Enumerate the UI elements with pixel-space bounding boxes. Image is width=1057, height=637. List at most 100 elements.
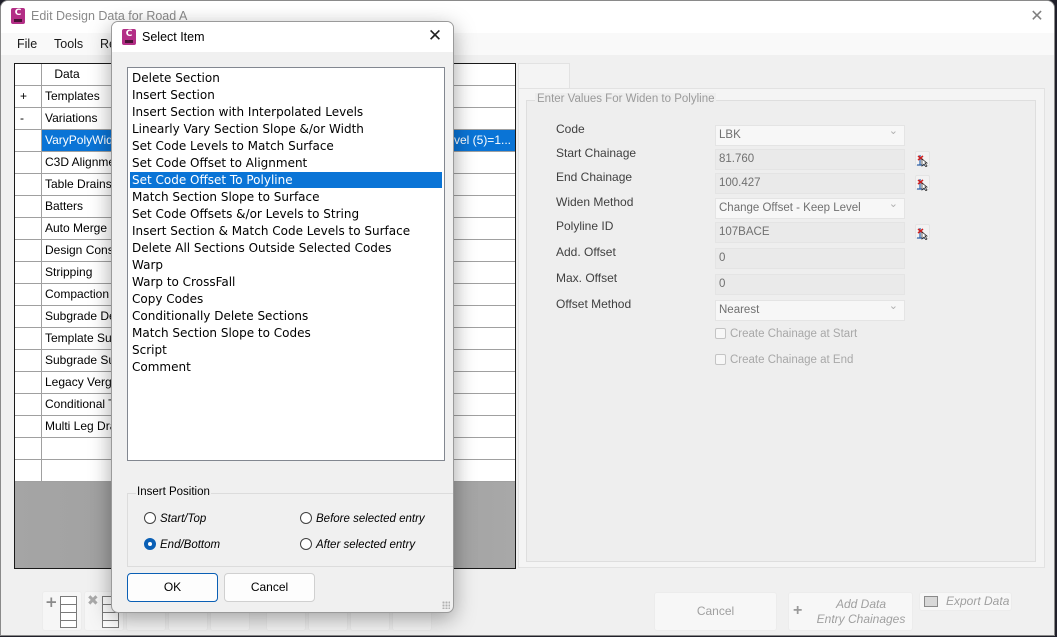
add-offset-input[interactable]: 0 <box>715 248 905 269</box>
widen-method-dropdown[interactable]: Change Offset - Keep Level <box>715 195 905 219</box>
list-item[interactable]: Conditionally Delete Sections <box>130 308 442 324</box>
radio-checked-icon <box>144 538 156 550</box>
list-item[interactable]: Insert Section & Match Code Levels to Su… <box>130 223 442 239</box>
expand-toggle[interactable] <box>15 460 42 481</box>
expand-toggle[interactable] <box>15 174 42 195</box>
insert-position-group: Insert Position Start/Top End/Bottom Bef… <box>127 486 453 567</box>
pick-from-drawing-button[interactable] <box>915 224 930 241</box>
values-panel: Enter Values For Widen to Polyline Code L… <box>518 88 1045 568</box>
radio-after-selected[interactable]: After selected entry <box>300 538 415 551</box>
widen-to-polyline-group: Enter Values For Widen to Polyline Code L… <box>526 93 1036 562</box>
expand-toggle[interactable] <box>15 306 42 327</box>
ok-button[interactable]: OK <box>127 573 218 602</box>
add-row-button[interactable]: + <box>42 591 82 631</box>
list-item[interactable]: Insert Section with Interpolated Levels <box>130 104 442 120</box>
list-item[interactable]: Linearly Vary Section Slope &/or Width <box>130 121 442 137</box>
list-item[interactable]: Set Code Offset To Polyline <box>130 172 442 188</box>
group-title: Enter Values For Widen to Polyline <box>535 93 717 105</box>
list-item[interactable]: Comment <box>130 359 442 375</box>
radio-start-top[interactable]: Start/Top <box>144 512 206 525</box>
expand-toggle[interactable] <box>15 372 42 393</box>
list-item[interactable]: Insert Section <box>130 87 442 103</box>
expand-toggle[interactable] <box>15 130 42 151</box>
field-label: Start Chainage <box>556 146 637 160</box>
app-icon: C <box>11 8 25 24</box>
list-item[interactable]: Set Code Levels to Match Surface <box>130 138 442 154</box>
list-item[interactable]: Match Section Slope to Codes <box>130 325 442 341</box>
create-chainage-start-checkbox[interactable]: Create Chainage at Start <box>715 328 857 340</box>
polyline-id-input[interactable]: 107BACE <box>715 222 905 243</box>
expand-toggle[interactable] <box>15 240 42 261</box>
item-listbox[interactable]: Delete Section Insert Section Insert Secti… <box>127 67 445 461</box>
radio-end-bottom[interactable]: End/Bottom <box>144 538 220 551</box>
dialog-close-button[interactable]: ✕ <box>425 26 445 46</box>
end-chainage-input[interactable]: 100.427 <box>715 173 905 194</box>
select-item-dialog: C Select Item ✕ Delete Section Insert Sec… <box>111 21 454 613</box>
list-item[interactable]: Set Code Offsets &/or Levels to String <box>130 206 442 222</box>
radio-start-top-label: Start/Top <box>160 513 207 525</box>
panel-tab[interactable] <box>518 63 570 89</box>
delete-icon: ✖ <box>87 593 99 609</box>
pick-from-drawing-button[interactable] <box>915 151 930 168</box>
offset-method-dropdown[interactable]: Nearest <box>715 297 905 321</box>
row-detail-cell: vel (5)=1... <box>453 133 511 147</box>
list-item[interactable]: Delete Section <box>130 70 442 86</box>
expand-toggle[interactable] <box>15 416 42 437</box>
expand-toggle[interactable] <box>15 284 42 305</box>
max-offset-input[interactable]: 0 <box>715 274 905 295</box>
pick-cursor-icon <box>917 228 928 241</box>
expand-toggle[interactable] <box>15 218 42 239</box>
expand-toggle[interactable]: + <box>15 86 42 107</box>
list-item[interactable]: Script <box>130 342 442 358</box>
radio-before-selected[interactable]: Before selected entry <box>300 512 425 525</box>
dialog-title: Select Item <box>142 30 205 44</box>
field-label: End Chainage <box>556 170 633 184</box>
radio-icon <box>300 538 312 550</box>
expand-toggle[interactable] <box>15 394 42 415</box>
expand-toggle[interactable] <box>15 262 42 283</box>
list-item[interactable]: Delete All Sections Outside Selected Cod… <box>130 240 442 256</box>
expand-toggle[interactable]: - <box>15 108 42 129</box>
insert-position-label: Insert Position <box>136 486 211 498</box>
radio-before-selected-label: Before selected entry <box>316 513 425 525</box>
expand-toggle[interactable] <box>15 196 42 217</box>
pick-from-drawing-button[interactable] <box>915 175 930 192</box>
checkbox-label: Create Chainage at End <box>730 354 854 366</box>
list-item[interactable]: Copy Codes <box>130 291 442 307</box>
menu-file[interactable]: File <box>17 37 37 51</box>
dialog-app-icon: C <box>122 29 136 45</box>
cancel-button[interactable]: Cancel <box>224 573 315 602</box>
list-item[interactable]: Warp to CrossFall <box>130 274 442 290</box>
add-data-entry-chainages-button[interactable]: + Add Data Entry Chainages <box>788 592 913 631</box>
table-icon <box>60 596 77 628</box>
radio-icon <box>144 512 156 524</box>
resize-grip[interactable] <box>442 601 450 609</box>
checkbox-icon <box>715 328 726 339</box>
pick-cursor-icon <box>917 155 928 168</box>
grid-header-expand <box>15 64 42 85</box>
radio-after-selected-label: After selected entry <box>316 539 416 551</box>
list-item[interactable]: Warp <box>130 257 442 273</box>
pick-cursor-icon <box>917 179 928 192</box>
list-item[interactable]: Match Section Slope to Surface <box>130 189 442 205</box>
expand-toggle[interactable] <box>15 328 42 349</box>
add-data-label-line1: Add Data <box>835 597 887 611</box>
expand-toggle[interactable] <box>15 350 42 371</box>
checkbox-icon <box>715 354 726 365</box>
code-dropdown[interactable]: LBK <box>715 122 905 146</box>
export-data-button[interactable]: Export Data <box>919 592 1012 611</box>
start-chainage-input[interactable]: 81.760 <box>715 149 905 170</box>
create-chainage-end-checkbox[interactable]: Create Chainage at End <box>715 354 853 366</box>
window-close-button[interactable]: ✕ <box>1028 7 1046 25</box>
field-label: Polyline ID <box>556 219 614 233</box>
expand-toggle[interactable] <box>15 152 42 173</box>
export-data-label: Export Data <box>946 594 1010 608</box>
export-icon <box>924 596 938 607</box>
main-cancel-button[interactable]: Cancel <box>654 592 777 631</box>
field-label: Max. Offset <box>556 271 618 285</box>
radio-icon <box>300 512 312 524</box>
expand-toggle[interactable] <box>15 438 42 459</box>
menu-tools[interactable]: Tools <box>54 37 83 51</box>
add-data-label: Add Data Entry Chainages <box>811 597 911 627</box>
list-item[interactable]: Set Code Offset to Alignment <box>130 155 442 171</box>
